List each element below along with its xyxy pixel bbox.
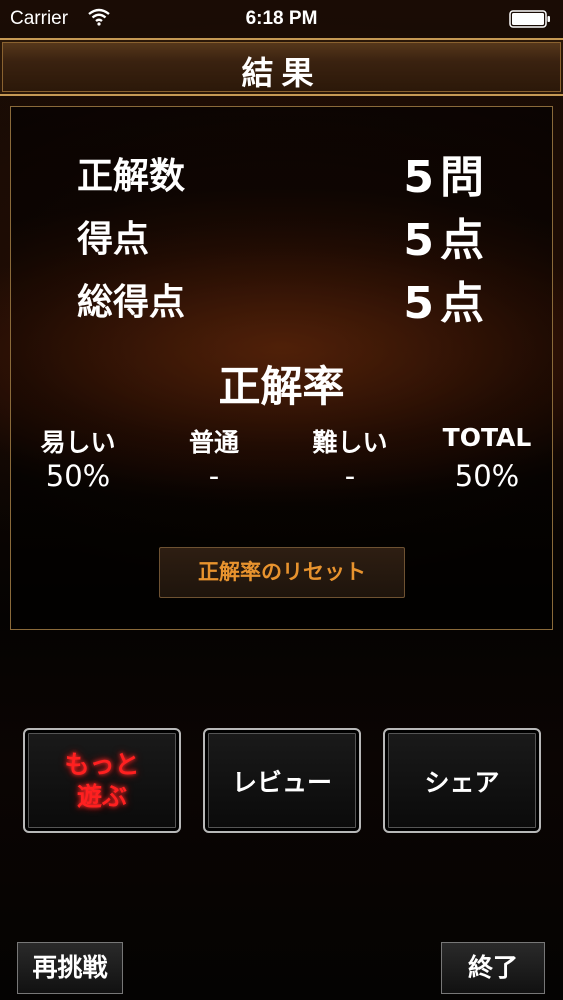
rate-label: 難しい bbox=[312, 428, 388, 457]
accuracy-title: 正解率 bbox=[218, 362, 345, 411]
page-title: 結果 bbox=[241, 54, 322, 92]
rate-label: 普通 bbox=[188, 428, 239, 457]
stat-value: 5問 bbox=[403, 152, 490, 203]
rate-value: - bbox=[208, 459, 220, 493]
stat-label: 得点 bbox=[77, 219, 150, 260]
result-panel: 正解数 5問 得点 5点 総得点 5点 正解率 易しい 50% 普通 - 難しい… bbox=[10, 106, 553, 630]
play-more-button[interactable]: もっと 遊ぶ bbox=[23, 728, 181, 833]
title-bar: 結果 bbox=[0, 38, 563, 96]
rate-label: 易しい bbox=[40, 428, 116, 457]
rate-column-hard: 難しい - bbox=[285, 423, 415, 493]
rate-column-normal: 普通 - bbox=[149, 423, 279, 493]
review-button[interactable]: レビュー bbox=[203, 728, 361, 833]
stat-label: 正解数 bbox=[77, 156, 186, 197]
share-button[interactable]: シェア bbox=[383, 728, 541, 833]
stat-value: 5点 bbox=[403, 278, 490, 329]
rate-label: TOTAL bbox=[442, 423, 532, 452]
stat-label: 総得点 bbox=[77, 282, 186, 323]
stat-row-score: 得点 5点 bbox=[11, 210, 554, 266]
quit-button[interactable]: 終了 bbox=[441, 942, 545, 994]
rate-value: - bbox=[344, 459, 356, 493]
rate-value: 50% bbox=[45, 459, 111, 493]
rate-column-easy: 易しい 50% bbox=[13, 423, 143, 493]
stat-row-correct-count: 正解数 5問 bbox=[11, 147, 554, 203]
battery-icon bbox=[509, 10, 550, 28]
status-time: 6:18 PM bbox=[245, 8, 318, 29]
stat-value: 5点 bbox=[403, 215, 490, 266]
retry-button[interactable]: 再挑戦 bbox=[17, 942, 123, 994]
reset-accuracy-button[interactable]: 正解率のリセット bbox=[159, 547, 405, 598]
play-more-label: もっと 遊ぶ bbox=[64, 749, 140, 811]
stat-row-total-score: 総得点 5点 bbox=[11, 273, 554, 329]
rate-value: 50% bbox=[454, 459, 520, 493]
status-bar: Carrier 6:18 PM bbox=[0, 0, 563, 38]
rate-column-total: TOTAL 50% bbox=[422, 423, 552, 493]
